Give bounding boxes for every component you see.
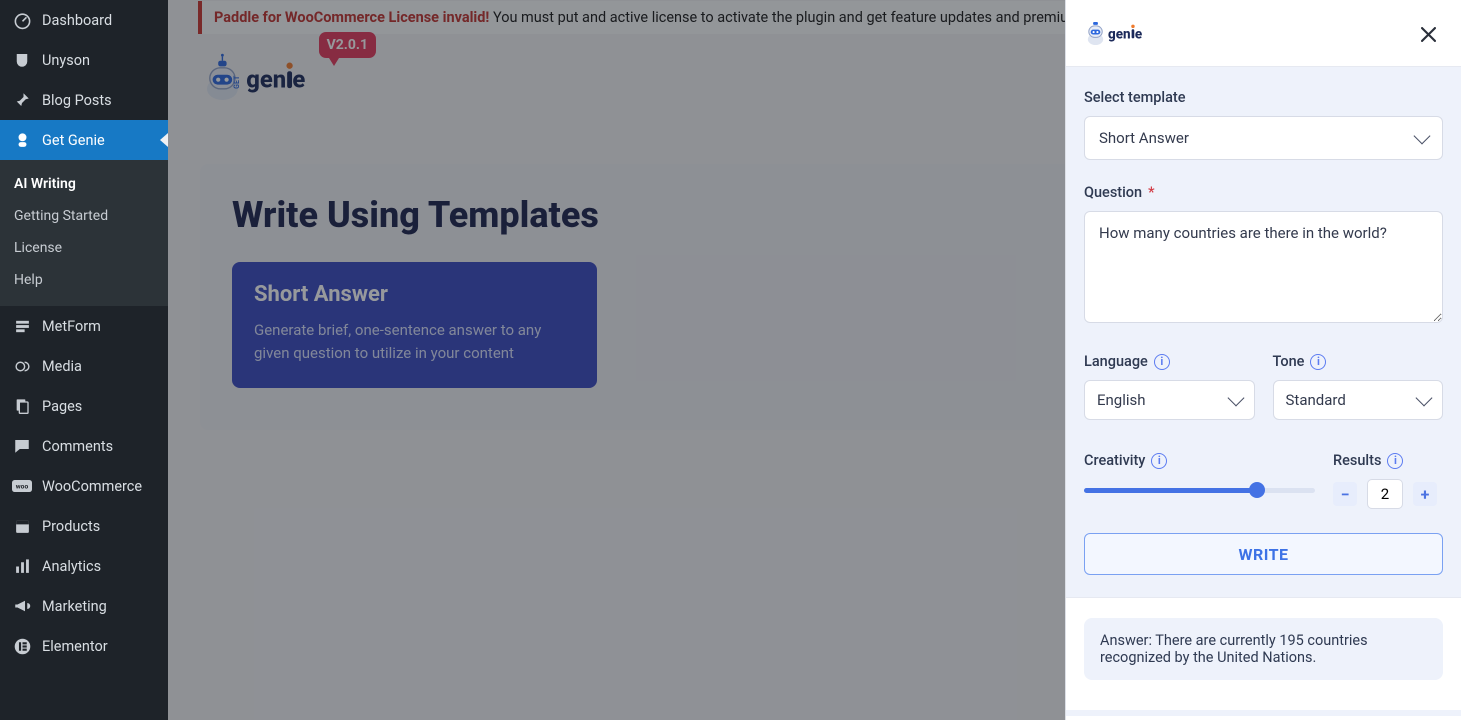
- panel-logo: gen e: [1084, 16, 1180, 52]
- sidebar-item-label: Get Genie: [42, 132, 105, 149]
- info-icon[interactable]: i: [1387, 453, 1403, 469]
- submenu-getting-started[interactable]: Getting Started: [0, 200, 168, 232]
- main-area: Paddle for WooCommerce License invalid! …: [168, 0, 1461, 720]
- sidebar-submenu: AI Writing Getting Started License Help: [0, 160, 168, 306]
- creativity-label: Creativity i: [1084, 452, 1315, 469]
- tone-select[interactable]: Standard: [1273, 380, 1444, 420]
- sidebar-item-label: Products: [42, 518, 100, 535]
- sidebar-item-dashboard[interactable]: Dashboard: [0, 0, 168, 40]
- megaphone-icon: [12, 596, 32, 616]
- sidebar-item-label: Elementor: [42, 638, 108, 655]
- sidebar-item-unyson[interactable]: Unyson: [0, 40, 168, 80]
- analytics-icon: [12, 556, 32, 576]
- sidebar-item-label: Unyson: [42, 52, 90, 69]
- question-label: Question *: [1084, 184, 1443, 201]
- media-icon: [12, 356, 32, 376]
- required-star: *: [1148, 184, 1154, 201]
- increment-button[interactable]: +: [1413, 482, 1437, 506]
- sidebar-item-label: Analytics: [42, 558, 101, 575]
- results-label: Results i: [1333, 452, 1443, 469]
- chevron-down-icon: [1227, 390, 1244, 407]
- submenu-ai-writing[interactable]: AI Writing: [0, 168, 168, 200]
- info-icon[interactable]: i: [1310, 354, 1326, 370]
- panel-header: gen e: [1066, 0, 1461, 66]
- sidebar-item-label: Comments: [42, 438, 113, 455]
- question-label-text: Question: [1084, 184, 1142, 201]
- language-label: Language i: [1084, 353, 1255, 370]
- sidebar-item-analytics[interactable]: Analytics: [0, 546, 168, 586]
- info-icon[interactable]: i: [1154, 354, 1170, 370]
- svg-text:woo: woo: [16, 483, 29, 491]
- sidebar-item-woocommerce[interactable]: woo WooCommerce: [0, 466, 168, 506]
- sidebar-item-label: Pages: [42, 398, 82, 415]
- creativity-label-text: Creativity: [1084, 452, 1145, 469]
- sidebar-item-label: Media: [42, 358, 82, 375]
- elementor-icon: [12, 636, 32, 656]
- sidebar-item-products[interactable]: Products: [0, 506, 168, 546]
- sidebar-item-marketing[interactable]: Marketing: [0, 586, 168, 626]
- results-label-text: Results: [1333, 452, 1381, 469]
- template-select-value: Short Answer: [1099, 129, 1189, 147]
- write-button[interactable]: WRITE: [1084, 533, 1443, 575]
- tone-label-text: Tone: [1273, 353, 1305, 370]
- answer-card[interactable]: Answer: There are currently 195 countrie…: [1084, 618, 1443, 680]
- pages-icon: [12, 396, 32, 416]
- tone-label: Tone i: [1273, 353, 1444, 370]
- sidebar-item-elementor[interactable]: Elementor: [0, 626, 168, 666]
- question-input[interactable]: [1084, 211, 1443, 323]
- chevron-down-icon: [1414, 128, 1431, 145]
- results-input[interactable]: [1367, 479, 1403, 509]
- tone-select-value: Standard: [1286, 391, 1346, 409]
- slider-fill: [1084, 488, 1257, 493]
- creativity-slider[interactable]: [1084, 479, 1315, 501]
- chevron-down-icon: [1416, 390, 1433, 407]
- language-label-text: Language: [1084, 353, 1148, 370]
- sidebar-item-media[interactable]: Media: [0, 346, 168, 386]
- sidebar-item-label: MetForm: [42, 318, 101, 335]
- comment-icon: [12, 436, 32, 456]
- genie-side-panel: gen e Select template Short Answer Quest…: [1065, 0, 1461, 720]
- select-template-label: Select template: [1084, 89, 1443, 106]
- svg-text:e: e: [1135, 27, 1142, 42]
- gauge-icon: [12, 10, 32, 30]
- slider-thumb[interactable]: [1249, 482, 1265, 498]
- language-select[interactable]: English: [1084, 380, 1255, 420]
- language-select-value: English: [1097, 391, 1146, 409]
- sidebar-item-label: Dashboard: [42, 12, 112, 29]
- sidebar-item-label: Marketing: [42, 598, 107, 615]
- u-icon: [12, 50, 32, 70]
- sidebar-item-pages[interactable]: Pages: [0, 386, 168, 426]
- admin-sidebar: Dashboard Unyson Blog Posts Get Genie AI…: [0, 0, 168, 720]
- results-stepper: − +: [1333, 479, 1443, 509]
- answer-section: Answer: There are currently 195 countrie…: [1066, 597, 1461, 710]
- form-icon: [12, 316, 32, 336]
- pin-icon: [12, 90, 32, 110]
- sidebar-item-comments[interactable]: Comments: [0, 426, 168, 466]
- template-select[interactable]: Short Answer: [1084, 116, 1443, 160]
- sidebar-item-get-genie[interactable]: Get Genie: [0, 120, 168, 160]
- sidebar-item-blog[interactable]: Blog Posts: [0, 80, 168, 120]
- submenu-license[interactable]: License: [0, 232, 168, 264]
- close-icon[interactable]: [1421, 27, 1443, 42]
- decrement-button[interactable]: −: [1333, 482, 1357, 506]
- active-pointer: [160, 133, 168, 147]
- slider-track: [1084, 488, 1315, 493]
- svg-text:gen: gen: [1108, 27, 1131, 42]
- panel-body: Select template Short Answer Question * …: [1066, 66, 1461, 716]
- info-icon[interactable]: i: [1151, 453, 1167, 469]
- genie-icon: [12, 130, 32, 150]
- woo-icon: woo: [12, 476, 32, 496]
- sidebar-item-label: Blog Posts: [42, 92, 112, 109]
- sidebar-item-label: WooCommerce: [42, 478, 142, 495]
- sidebar-item-metform[interactable]: MetForm: [0, 306, 168, 346]
- submenu-help[interactable]: Help: [0, 264, 168, 296]
- products-icon: [12, 516, 32, 536]
